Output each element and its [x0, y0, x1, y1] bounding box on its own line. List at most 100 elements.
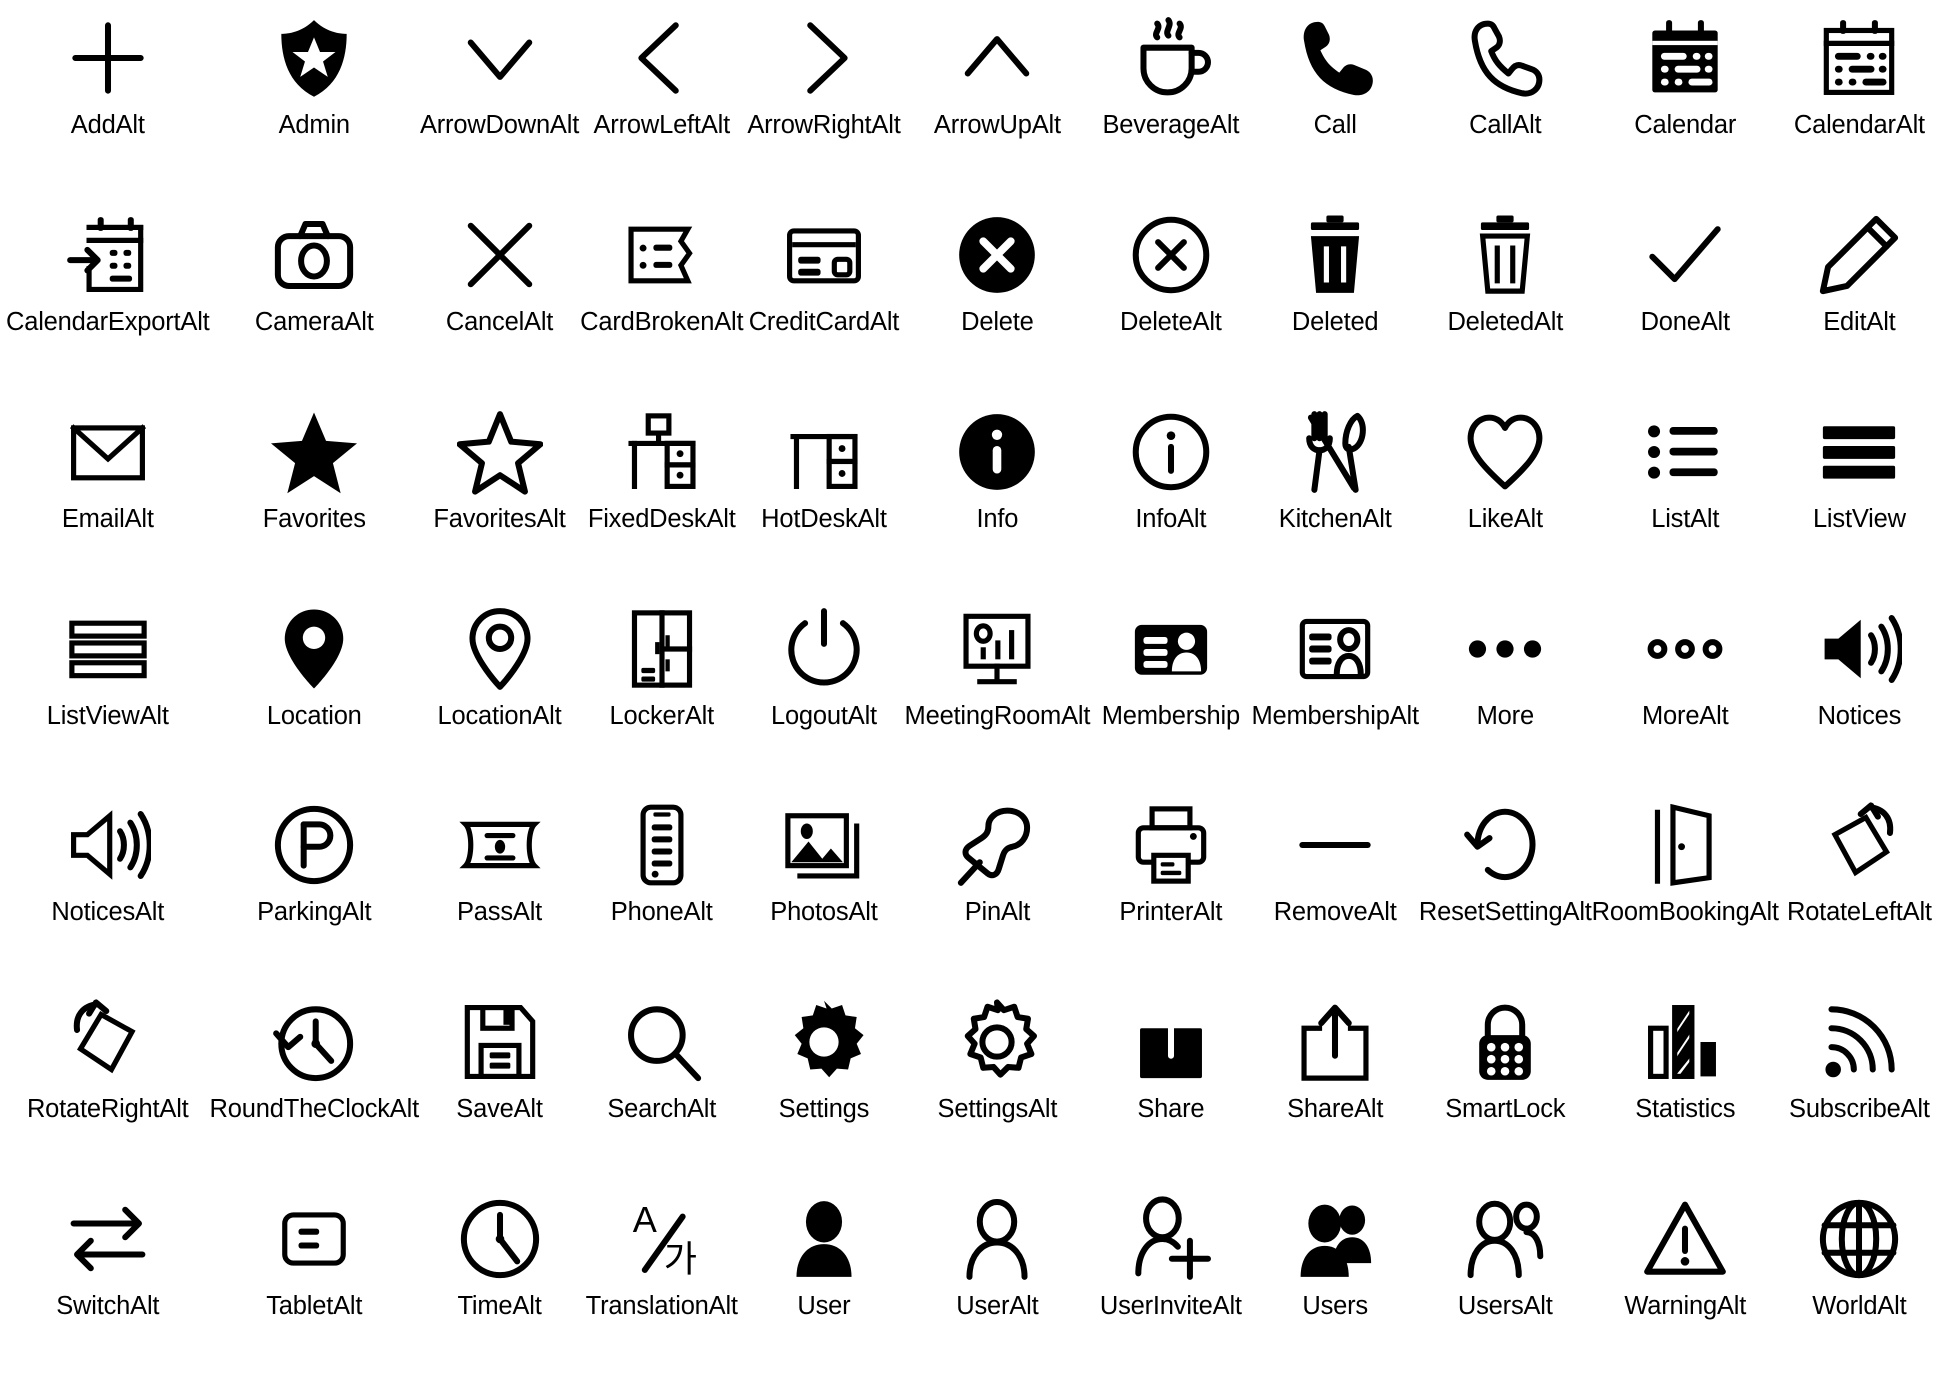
bullet-list-icon[interactable]: [1630, 404, 1740, 500]
users-outline-icon[interactable]: [1450, 1191, 1560, 1287]
icon-cell[interactable]: LockerAlt: [580, 595, 743, 792]
icon-cell[interactable]: TabletAlt: [210, 1185, 419, 1382]
icon-cell[interactable]: SmartLock: [1419, 988, 1592, 1185]
icon-cell[interactable]: CardBrokenAlt: [580, 201, 744, 398]
bar-chart-icon[interactable]: [1630, 994, 1740, 1090]
icon-cell[interactable]: ArrowUpAlt: [905, 4, 1091, 201]
icon-cell[interactable]: Info: [905, 398, 1091, 595]
icon-cell[interactable]: TimeAlt: [419, 1185, 580, 1382]
heart-outline-icon[interactable]: [1450, 404, 1560, 500]
mobile-phone-icon[interactable]: [607, 797, 717, 893]
icon-cell[interactable]: SearchAlt: [580, 988, 743, 1185]
icon-cell[interactable]: More: [1419, 595, 1592, 792]
floppy-disk-icon[interactable]: [445, 994, 555, 1090]
map-pin-outline-icon[interactable]: [445, 601, 555, 697]
close-circle-outline-icon[interactable]: [1116, 207, 1226, 303]
rss-waves-icon[interactable]: [1804, 994, 1914, 1090]
icon-cell[interactable]: DoneAlt: [1592, 201, 1779, 398]
user-filled-icon[interactable]: [769, 1191, 879, 1287]
membership-card-outline-icon[interactable]: [1280, 601, 1390, 697]
close-circle-filled-icon[interactable]: [942, 207, 1052, 303]
icon-cell[interactable]: DeleteAlt: [1090, 201, 1251, 398]
icon-cell[interactable]: CallAlt: [1419, 4, 1592, 201]
icon-cell[interactable]: ListViewAlt: [6, 595, 210, 792]
icon-cell[interactable]: Favorites: [210, 398, 419, 595]
icon-cell[interactable]: CreditCardAlt: [743, 201, 904, 398]
icon-cell[interactable]: WorldAlt: [1779, 1185, 1940, 1382]
clock-icon[interactable]: [445, 1191, 555, 1287]
rotate-right-icon[interactable]: [53, 994, 163, 1090]
shield-star-filled-icon[interactable]: [259, 10, 369, 106]
icon-cell[interactable]: FavoritesAlt: [419, 398, 580, 595]
gear-filled-icon[interactable]: [769, 994, 879, 1090]
power-icon[interactable]: [769, 601, 879, 697]
icon-cell[interactable]: Calendar: [1592, 4, 1779, 201]
meeting-room-icon[interactable]: [942, 601, 1052, 697]
clock-rewind-icon[interactable]: [259, 994, 369, 1090]
icon-cell[interactable]: ArrowRightAlt: [743, 4, 904, 201]
icon-cell[interactable]: PinAlt: [905, 791, 1091, 988]
icon-cell[interactable]: SubscribeAlt: [1779, 988, 1940, 1185]
magnifier-icon[interactable]: [607, 994, 717, 1090]
icon-cell[interactable]: SaveAlt: [419, 988, 580, 1185]
icon-cell[interactable]: Location: [210, 595, 419, 792]
icon-cell[interactable]: RotateLeftAlt: [1779, 791, 1940, 988]
icon-cell[interactable]: EditAlt: [1779, 201, 1940, 398]
icon-cell[interactable]: RoundTheClockAlt: [210, 988, 419, 1185]
reset-circular-arrow-icon[interactable]: [1450, 797, 1560, 893]
phone-handset-outline-icon[interactable]: [1450, 10, 1560, 106]
chevron-left-icon[interactable]: [607, 10, 717, 106]
locker-icon[interactable]: [607, 601, 717, 697]
icon-cell[interactable]: ArrowDownAlt: [419, 4, 580, 201]
icon-cell[interactable]: CalendarAlt: [1779, 4, 1940, 201]
pencil-icon[interactable]: [1804, 207, 1914, 303]
pushpin-icon[interactable]: [942, 797, 1052, 893]
icon-cell[interactable]: PhotosAlt: [743, 791, 904, 988]
icon-cell[interactable]: DeletedAlt: [1419, 201, 1592, 398]
globe-icon[interactable]: [1804, 1191, 1914, 1287]
map-pin-filled-icon[interactable]: [259, 601, 369, 697]
icon-cell[interactable]: PrinterAlt: [1090, 791, 1251, 988]
plus-icon[interactable]: [53, 10, 163, 106]
photos-stack-icon[interactable]: [769, 797, 879, 893]
icon-cell[interactable]: LogoutAlt: [743, 595, 904, 792]
pass-ticket-icon[interactable]: [445, 797, 555, 893]
icon-cell[interactable]: Settings: [743, 988, 904, 1185]
tablet-icon[interactable]: [259, 1191, 369, 1287]
fork-spoon-icon[interactable]: [1280, 404, 1390, 500]
list-view-filled-icon[interactable]: [1804, 404, 1914, 500]
icon-cell[interactable]: ListView: [1779, 398, 1940, 595]
icon-cell[interactable]: RotateRightAlt: [6, 988, 210, 1185]
close-x-icon[interactable]: [445, 207, 555, 303]
icon-cell[interactable]: CalendarExportAlt: [6, 201, 210, 398]
icon-cell[interactable]: PassAlt: [419, 791, 580, 988]
icon-cell[interactable]: Deleted: [1251, 201, 1418, 398]
card-broken-icon[interactable]: [607, 207, 717, 303]
users-filled-icon[interactable]: [1280, 1191, 1390, 1287]
info-circle-outline-icon[interactable]: [1116, 404, 1226, 500]
chevron-down-icon[interactable]: [445, 10, 555, 106]
icon-cell[interactable]: EmailAlt: [6, 398, 210, 595]
icon-cell[interactable]: FixedDeskAlt: [580, 398, 743, 595]
star-filled-icon[interactable]: [259, 404, 369, 500]
icon-cell[interactable]: User: [743, 1185, 904, 1382]
more-dots-filled-icon[interactable]: [1450, 601, 1560, 697]
icon-cell[interactable]: SettingsAlt: [905, 988, 1091, 1185]
rotate-left-icon[interactable]: [1804, 797, 1914, 893]
icon-cell[interactable]: CancelAlt: [419, 201, 580, 398]
icon-cell[interactable]: UsersAlt: [1419, 1185, 1592, 1382]
gear-outline-icon[interactable]: [942, 994, 1052, 1090]
icon-cell[interactable]: Membership: [1090, 595, 1251, 792]
icon-cell[interactable]: PhoneAlt: [580, 791, 743, 988]
icon-cell[interactable]: RoomBookingAlt: [1592, 791, 1779, 988]
icon-cell[interactable]: InfoAlt: [1090, 398, 1251, 595]
icon-cell[interactable]: HotDeskAlt: [743, 398, 904, 595]
icon-cell[interactable]: Users: [1251, 1185, 1418, 1382]
icon-cell[interactable]: MoreAlt: [1592, 595, 1779, 792]
trash-filled-icon[interactable]: [1280, 207, 1390, 303]
user-add-icon[interactable]: [1116, 1191, 1226, 1287]
icon-cell[interactable]: ResetSettingAlt: [1419, 791, 1592, 988]
camera-icon[interactable]: [259, 207, 369, 303]
megaphone-filled-icon[interactable]: [1804, 601, 1914, 697]
minus-icon[interactable]: [1280, 797, 1390, 893]
